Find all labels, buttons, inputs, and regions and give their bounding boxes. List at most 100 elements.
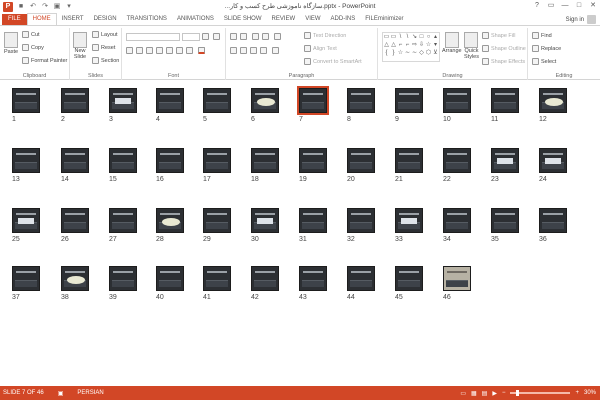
- tab-insert[interactable]: INSERT: [57, 14, 89, 25]
- slide-thumbnail[interactable]: [299, 208, 327, 233]
- zoom-slider-knob[interactable]: [516, 390, 520, 396]
- slide-thumbnail[interactable]: [156, 266, 184, 291]
- rectangle-shape-icon-2[interactable]: ▭: [390, 33, 397, 41]
- slide-thumbnail[interactable]: [109, 208, 137, 233]
- slide-thumbnail[interactable]: [109, 88, 137, 113]
- line-shape-icon-2[interactable]: \: [404, 33, 411, 41]
- maximize-button[interactable]: □: [572, 0, 586, 12]
- select-button[interactable]: Select: [532, 58, 556, 65]
- triangle-shape-icon-2[interactable]: △: [390, 41, 397, 49]
- slide-thumbnail[interactable]: [347, 88, 375, 113]
- grow-font-button[interactable]: [202, 33, 209, 40]
- tab-slide-show[interactable]: SLIDE SHOW: [219, 14, 267, 25]
- curve-shape-icon-2[interactable]: ∼: [411, 49, 418, 57]
- arrow-down-shape-icon[interactable]: ⇩: [418, 41, 425, 49]
- slide-thumbnail[interactable]: [539, 208, 567, 233]
- avatar[interactable]: [587, 15, 596, 24]
- shapes-gallery[interactable]: ▭ ▭ \ \ ↘ □ ○ ▴ △ △ ⌐ ⌐ ⇨ ⇩ ☆ ▾ {} ☆ ∼ ∼ ◇ ⬡ ⊻: [382, 32, 440, 62]
- slide-thumbnail[interactable]: [61, 266, 89, 291]
- reset-button[interactable]: Reset: [92, 44, 115, 51]
- increase-indent-button[interactable]: [262, 33, 269, 40]
- slide-thumbnail[interactable]: [395, 208, 423, 233]
- clear-formatting-button[interactable]: [213, 33, 220, 40]
- cut-button[interactable]: Cut: [22, 31, 40, 38]
- find-button[interactable]: Find: [532, 32, 552, 39]
- slide-thumbnail[interactable]: [12, 148, 40, 173]
- zoom-in-button[interactable]: +: [575, 390, 579, 396]
- slide-thumbnail[interactable]: [539, 148, 567, 173]
- elbow-shape-icon[interactable]: ⌐: [397, 41, 404, 49]
- copy-button[interactable]: Copy: [22, 44, 44, 51]
- reading-view-icon[interactable]: ▤: [482, 390, 488, 397]
- zoom-slider[interactable]: [510, 390, 571, 396]
- shape-effects-button[interactable]: Shape Effects: [482, 58, 525, 65]
- hexagon-shape-icon[interactable]: ⬡: [425, 49, 432, 57]
- slide-thumbnail[interactable]: [539, 88, 567, 113]
- slide-thumbnail[interactable]: [443, 208, 471, 233]
- slide-thumbnail[interactable]: [347, 208, 375, 233]
- slide-thumbnail[interactable]: [203, 208, 231, 233]
- language-status[interactable]: PERSIAN: [77, 390, 103, 396]
- slide-thumbnail[interactable]: [251, 88, 279, 113]
- slideshow-view-icon[interactable]: ▶: [492, 390, 497, 397]
- slide-thumbnail[interactable]: [109, 148, 137, 173]
- bullets-button[interactable]: [230, 33, 237, 40]
- align-left-button[interactable]: [230, 47, 237, 54]
- columns-button[interactable]: [272, 47, 279, 54]
- align-center-button[interactable]: [240, 47, 247, 54]
- font-name-field[interactable]: [126, 33, 180, 41]
- slide-thumbnail[interactable]: [12, 266, 40, 291]
- slide-thumbnail[interactable]: [443, 88, 471, 113]
- tab-fileminimizer[interactable]: FILEminimizer: [360, 14, 408, 25]
- convert-smartart-button[interactable]: Convert to SmartArt: [304, 58, 362, 65]
- triangle-shape-icon[interactable]: △: [383, 41, 390, 49]
- align-text-button[interactable]: Align Text: [304, 45, 337, 52]
- rectangle-shape-icon[interactable]: ▭: [383, 33, 390, 41]
- slide-thumbnail[interactable]: [109, 266, 137, 291]
- strikethrough-button[interactable]: [166, 47, 173, 54]
- text-direction-button[interactable]: Text Direction: [304, 32, 346, 39]
- slide-thumbnail[interactable]: [203, 148, 231, 173]
- slide-thumbnail[interactable]: [203, 266, 231, 291]
- curve-shape-icon[interactable]: ∼: [404, 49, 411, 57]
- slide-sorter[interactable]: 1 2 3 4 5 6 7 8 9 10 11 12 13 14 15 16 17 18 19 20 21 22 23 24 2…: [0, 80, 600, 386]
- font-color-button[interactable]: [198, 47, 205, 54]
- circle-shape-icon[interactable]: ○: [425, 33, 432, 41]
- slide-thumbnail[interactable]: [251, 148, 279, 173]
- start-slideshow-icon[interactable]: ▣: [53, 3, 61, 11]
- slide-thumbnail[interactable]: [443, 266, 471, 291]
- paste-button[interactable]: Paste: [4, 32, 18, 55]
- undo-icon[interactable]: ↶: [29, 3, 37, 11]
- slide-thumbnail[interactable]: [156, 88, 184, 113]
- slide-thumbnail[interactable]: [347, 148, 375, 173]
- line-spacing-button[interactable]: [274, 33, 281, 40]
- customize-qat-icon[interactable]: ▾: [65, 3, 73, 11]
- italic-button[interactable]: [136, 47, 143, 54]
- sign-in-label[interactable]: Sign in: [566, 17, 584, 23]
- slide-thumbnail[interactable]: [61, 88, 89, 113]
- tab-review[interactable]: REVIEW: [267, 14, 301, 25]
- format-painter-button[interactable]: Format Painter: [22, 57, 67, 64]
- slide-thumbnail[interactable]: [12, 208, 40, 233]
- zoom-out-button[interactable]: −: [502, 390, 506, 396]
- help-button[interactable]: ?: [530, 0, 544, 12]
- save-icon[interactable]: ■: [17, 3, 25, 11]
- minimize-button[interactable]: —: [558, 0, 572, 12]
- slide-thumbnail[interactable]: [251, 266, 279, 291]
- tab-view[interactable]: VIEW: [300, 14, 325, 25]
- close-button[interactable]: ✕: [586, 0, 600, 12]
- shadow-button[interactable]: [156, 47, 163, 54]
- slide-thumbnail[interactable]: [395, 148, 423, 173]
- slide-thumbnail[interactable]: [299, 266, 327, 291]
- square-shape-icon[interactable]: □: [418, 33, 425, 41]
- tab-home[interactable]: HOME: [26, 13, 57, 25]
- shapes-scroll-up-icon[interactable]: ▴: [432, 33, 439, 41]
- sign-in[interactable]: Sign in: [566, 15, 596, 24]
- new-slide-button[interactable]: New Slide: [73, 32, 87, 60]
- star-shape-icon-2[interactable]: ☆: [397, 49, 404, 57]
- align-right-button[interactable]: [250, 47, 257, 54]
- slide-thumbnail[interactable]: [299, 148, 327, 173]
- heart-shape-icon[interactable]: ◇: [418, 49, 425, 57]
- font-size-field[interactable]: [182, 33, 200, 41]
- tab-animations[interactable]: ANIMATIONS: [172, 14, 219, 25]
